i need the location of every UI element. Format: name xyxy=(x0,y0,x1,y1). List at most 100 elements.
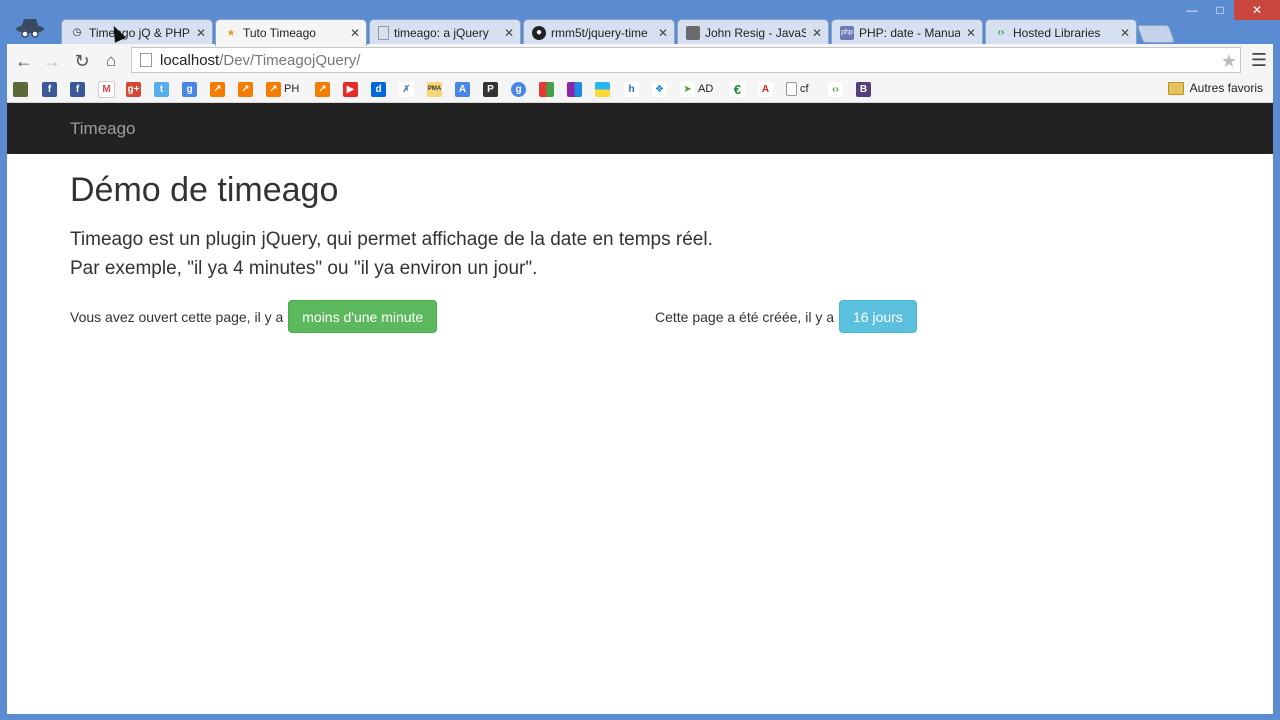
bookmark-item[interactable]: ➤ AD xyxy=(680,81,713,97)
generic-icon xyxy=(13,81,28,97)
tab-timeago-jquery[interactable]: timeago: a jQuery ✕ xyxy=(369,19,521,45)
bookmark-item[interactable]: ✗ xyxy=(399,81,414,97)
created-row: Cette page a été créée, il y a 16 jours xyxy=(655,300,917,333)
bookmark-item[interactable] xyxy=(567,81,582,97)
bookmarks-bar: f f M g+ t g ↗ ↗ ↗ PH ↗ ▶ d ✗ PMA A P g h… xyxy=(7,77,1273,103)
new-tab-button[interactable] xyxy=(1136,25,1176,43)
tab-title: Timeago jQ & PHP xyxy=(89,25,190,40)
bookmark-item[interactable]: A xyxy=(455,81,470,97)
folder-label: Autres favoris xyxy=(1189,81,1263,95)
bookmark-item[interactable]: g xyxy=(511,81,526,97)
page-title: Démo de timeago xyxy=(70,171,339,209)
bookmark-item[interactable]: ↗ xyxy=(210,81,225,97)
page-viewport: Timeago Démo de timeago Timeago est un p… xyxy=(7,103,1273,714)
menu-icon[interactable]: ☰ xyxy=(1251,50,1267,71)
translate-icon: A xyxy=(455,81,470,97)
bookmark-item[interactable]: g+ xyxy=(126,81,141,97)
dropbox-icon: ❖ xyxy=(652,81,667,97)
forward-arrow-icon[interactable]: → xyxy=(41,50,63,72)
back-arrow-icon[interactable]: ← xyxy=(13,50,35,72)
bookmark-item[interactable]: cf xyxy=(786,81,809,97)
tab-tuto-timeago[interactable]: ★ Tuto Timeago ✕ xyxy=(215,19,367,46)
close-tab-icon[interactable]: ✕ xyxy=(1120,26,1130,40)
created-time-button[interactable]: 16 jours xyxy=(839,300,917,333)
opened-label: Vous avez ouvert cette page, il y a xyxy=(70,308,284,325)
bookmark-item[interactable]: t xyxy=(154,81,169,97)
folder-icon xyxy=(1167,81,1184,95)
pocket-icon: P xyxy=(483,81,498,97)
analytics-icon: ↗ xyxy=(315,81,330,97)
tab-timeago-jq-php[interactable]: ◷ Timeago jQ & PHP ✕ xyxy=(61,19,213,45)
bookmark-item[interactable]: PMA xyxy=(427,81,442,97)
color-grid-icon xyxy=(595,81,610,97)
tab-title: Hosted Libraries xyxy=(1013,25,1101,40)
bookmark-label: cf xyxy=(800,83,809,95)
bookmark-star-icon[interactable]: ★ xyxy=(1221,51,1237,72)
bookmark-item[interactable]: ↗ PH xyxy=(266,81,299,97)
bookmark-item[interactable] xyxy=(595,81,610,97)
bookmark-item[interactable]: B xyxy=(856,81,871,97)
lead-line-2: Par exemple, "il ya 4 minutes" ou "il ya… xyxy=(70,258,538,279)
page-icon xyxy=(786,82,797,96)
tab-github[interactable]: ● rmm5t/jquery-time ✕ xyxy=(523,19,675,45)
bookmark-item[interactable]: ❖ xyxy=(652,81,667,97)
close-tab-icon[interactable]: ✕ xyxy=(350,26,360,40)
tab-title: timeago: a jQuery xyxy=(394,25,489,40)
bookmark-item[interactable]: A xyxy=(758,81,773,97)
opened-time-button[interactable]: moins d'une minute xyxy=(288,300,438,333)
tab-title: John Resig - JavaSc xyxy=(705,25,806,40)
bookmark-item[interactable] xyxy=(539,81,554,97)
star-logo-icon: ★ xyxy=(226,27,236,39)
address-bar[interactable]: localhost/Dev/TimeagojQuery/ xyxy=(131,47,1241,73)
tab-hosted-libraries[interactable]: ‹› Hosted Libraries ✕ xyxy=(985,19,1137,45)
dailymotion-icon: d xyxy=(371,81,386,97)
bookmark-item[interactable]: P xyxy=(483,81,498,97)
euro-icon: € xyxy=(730,81,745,97)
incognito-icon xyxy=(16,19,44,38)
pma-icon: PMA xyxy=(427,81,442,97)
apps-icon xyxy=(539,81,554,97)
bookmark-item[interactable]: € xyxy=(730,81,745,97)
close-tab-icon[interactable]: ✕ xyxy=(504,26,514,40)
analytics-icon: ↗ xyxy=(266,81,281,97)
other-bookmarks-folder[interactable]: Autres favoris xyxy=(1167,81,1263,95)
google-icon: g xyxy=(182,81,197,97)
url-path: /Dev/TimeagojQuery/ xyxy=(219,51,361,69)
tab-title: PHP: date - Manua xyxy=(859,25,960,40)
analytics-icon: ↗ xyxy=(210,81,225,97)
bookmark-item[interactable]: M xyxy=(98,80,115,98)
bootstrap-icon: B xyxy=(856,81,871,97)
close-tab-icon[interactable]: ✕ xyxy=(196,26,206,40)
tool-icon: ✗ xyxy=(399,81,414,97)
page-icon xyxy=(140,53,152,67)
analytics-icon: ↗ xyxy=(238,81,253,97)
browser-toolbar: ← → ↻ ⌂ localhost/Dev/TimeagojQuery/ ★ ☰ xyxy=(7,44,1273,77)
bookmark-item[interactable]: f xyxy=(70,81,85,97)
bookmark-item[interactable]: f xyxy=(42,81,57,97)
reload-icon[interactable]: ↻ xyxy=(71,50,93,72)
bookmark-item[interactable]: d xyxy=(371,81,386,97)
tab-php-date[interactable]: php PHP: date - Manua ✕ xyxy=(831,19,983,45)
facebook-icon: f xyxy=(70,81,85,97)
close-tab-icon[interactable]: ✕ xyxy=(812,26,822,40)
tab-john-resig[interactable]: John Resig - JavaSc ✕ xyxy=(677,19,829,45)
bookmark-item[interactable]: ‹› xyxy=(828,81,843,97)
bookmark-item[interactable]: ▶ xyxy=(343,81,358,97)
bookmark-item[interactable]: ↗ xyxy=(315,81,330,97)
close-tab-icon[interactable]: ✕ xyxy=(658,26,668,40)
bookmark-item[interactable] xyxy=(13,81,28,97)
opened-row: Vous avez ouvert cette page, il y a moin… xyxy=(70,300,438,333)
close-tab-icon[interactable]: ✕ xyxy=(966,26,976,40)
tab-strip: ◷ Timeago jQ & PHP ✕ ★ Tuto Timeago ✕ ti… xyxy=(0,16,1280,46)
lead-text: Timeago est un plugin jQuery, qui permet… xyxy=(70,225,713,283)
bookmark-item[interactable]: h xyxy=(624,81,639,97)
facebook-icon: f xyxy=(42,81,57,97)
google-dev-icon: ‹› xyxy=(997,27,1005,38)
bookmark-item[interactable]: g xyxy=(182,81,197,97)
home-icon[interactable]: ⌂ xyxy=(100,50,122,72)
chrome-dev-icon: ‹› xyxy=(828,81,843,97)
lead-line-1: Timeago est un plugin jQuery, qui permet… xyxy=(70,229,713,250)
bookmark-item[interactable]: ↗ xyxy=(238,81,253,97)
bird-icon: ➤ xyxy=(680,81,695,97)
navbar-brand[interactable]: Timeago xyxy=(70,119,136,139)
